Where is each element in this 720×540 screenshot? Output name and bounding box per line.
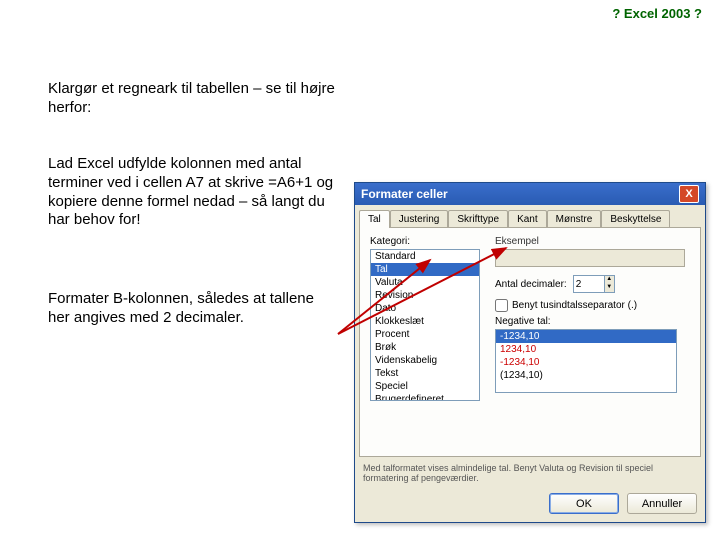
sample-label: Eksempel [495, 236, 685, 247]
negative-label: Negative tal: [495, 316, 685, 327]
category-item[interactable]: Klokkeslæt [371, 315, 479, 328]
dialog-title: Formater celler [361, 187, 448, 201]
negative-item[interactable]: -1234,10 [496, 356, 676, 369]
cancel-button[interactable]: Annuller [627, 493, 697, 514]
close-icon[interactable]: X [679, 185, 699, 203]
category-item[interactable]: Speciel [371, 380, 479, 393]
category-item[interactable]: Dato [371, 302, 479, 315]
negative-item[interactable]: 1234,10 [496, 343, 676, 356]
spin-down-icon[interactable]: ▼ [604, 284, 614, 292]
category-item[interactable]: Valuta [371, 276, 479, 289]
tab-beskyttelse[interactable]: Beskyttelse [601, 210, 670, 228]
category-item[interactable]: Tekst [371, 367, 479, 380]
thousand-label: Benyt tusindtalsseparator (.) [512, 300, 637, 311]
category-item[interactable]: Procent [371, 328, 479, 341]
tab-mønstre[interactable]: Mønstre [547, 210, 602, 228]
tab-skrifttype[interactable]: Skrifttype [448, 210, 508, 228]
category-item[interactable]: Brugerdefineret [371, 393, 479, 401]
ok-button[interactable]: OK [549, 493, 619, 514]
category-listbox[interactable]: StandardTalValutaRevisionDatoKlokkeslætP… [370, 249, 480, 401]
thousand-separator-checkbox[interactable]: Benyt tusindtalsseparator (.) [495, 299, 685, 312]
instruction-paragraph-1: Klargør et regneark til tabellen – se ti… [48, 80, 338, 118]
decimals-input[interactable] [574, 276, 604, 292]
negative-listbox[interactable]: -1234,101234,10-1234,10(1234,10) [495, 329, 677, 393]
dialog-titlebar[interactable]: Formater celler X [355, 183, 705, 205]
decimals-label: Antal decimaler: [495, 279, 567, 290]
sample-box [495, 249, 685, 267]
dialog-tabs: TalJusteringSkrifttypeKantMønstreBeskytt… [359, 209, 701, 227]
category-item[interactable]: Revision [371, 289, 479, 302]
thousand-checkbox-input[interactable] [495, 299, 508, 312]
format-cells-dialog: Formater celler X TalJusteringSkrifttype… [354, 182, 706, 523]
tab-justering[interactable]: Justering [390, 210, 449, 228]
tab-tal[interactable]: Tal [359, 210, 390, 228]
category-item[interactable]: Tal [371, 263, 479, 276]
spin-up-icon[interactable]: ▲ [604, 276, 614, 284]
negative-item[interactable]: (1234,10) [496, 369, 676, 382]
negative-item[interactable]: -1234,10 [496, 330, 676, 343]
instruction-paragraph-2: Lad Excel udfylde kolonnen med antal ter… [48, 155, 338, 230]
category-item[interactable]: Standard [371, 250, 479, 263]
format-description: Med talformatet vises almindelige tal. B… [363, 463, 697, 483]
tab-kant[interactable]: Kant [508, 210, 547, 228]
decimals-spinner[interactable]: ▲ ▼ [573, 275, 615, 293]
instruction-paragraph-3: Formater B-kolonnen, således at tallene … [48, 290, 338, 328]
page-title: ? Excel 2003 ? [612, 6, 702, 21]
category-item[interactable]: Brøk [371, 341, 479, 354]
category-item[interactable]: Videnskabelig [371, 354, 479, 367]
tab-panel-number: Kategori: StandardTalValutaRevisionDatoK… [359, 227, 701, 457]
